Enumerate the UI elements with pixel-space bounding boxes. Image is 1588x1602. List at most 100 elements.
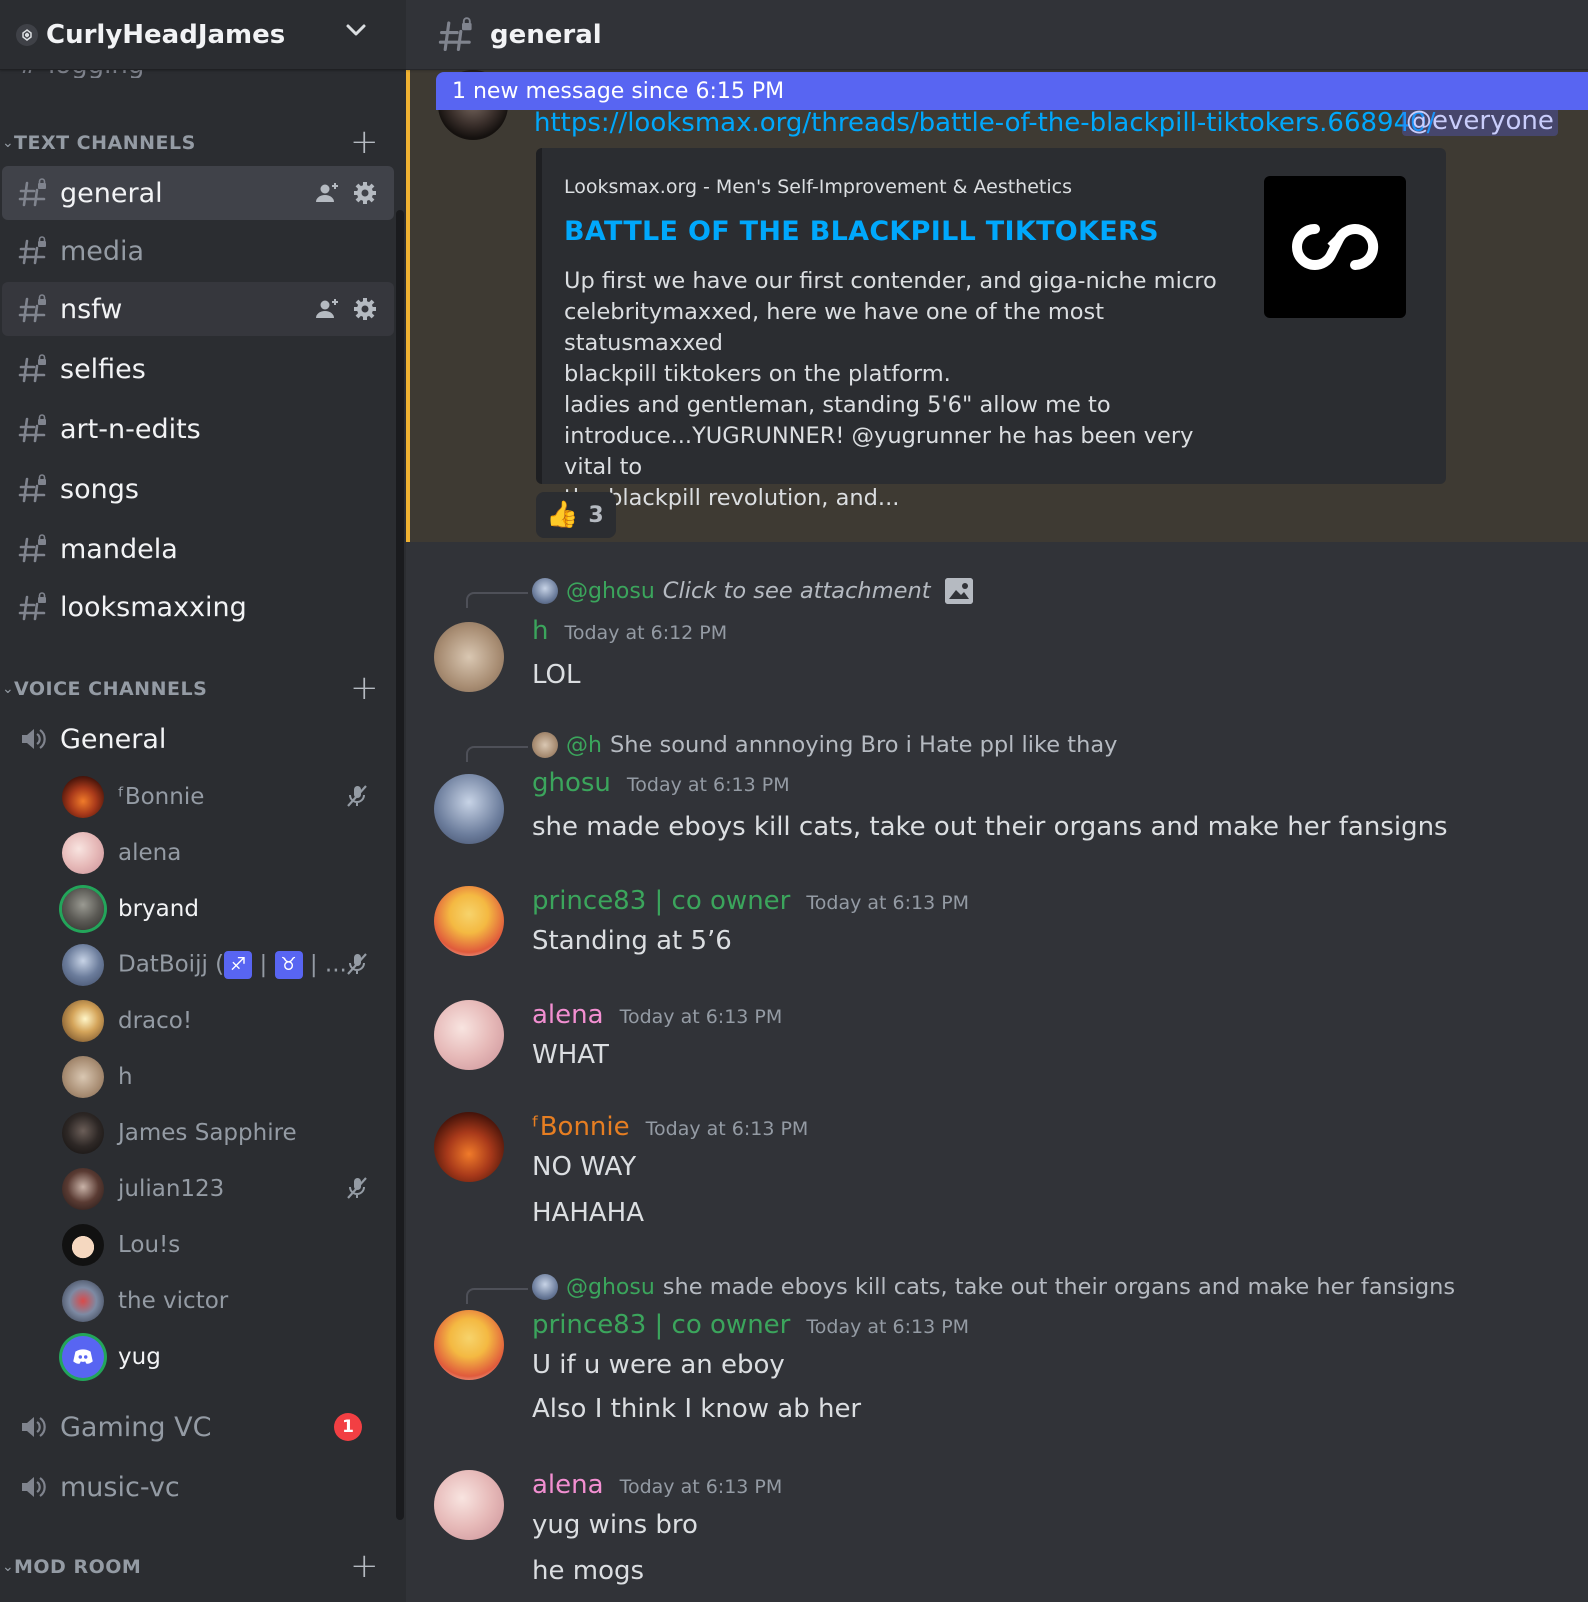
voice-user-the-victor[interactable]: the victor <box>62 1278 382 1324</box>
reply-preview[interactable]: @ghosu Click to see attachment <box>532 578 973 604</box>
embed-provider[interactable]: Looksmax.org - Men's Self-Improvement & … <box>564 176 1072 198</box>
author-name[interactable]: ghosu <box>532 768 611 798</box>
author-name[interactable]: ᶠBonnie <box>532 1112 630 1142</box>
voice-user-h[interactable]: h <box>62 1054 382 1100</box>
reaction-thumbs-up[interactable]: 👍 3 <box>536 492 616 538</box>
voice-user-datboijj[interactable]: DatBoijj (♐ | ♉ | ... <box>62 942 382 988</box>
channel-name: songs <box>60 473 139 505</box>
avatar[interactable] <box>434 886 504 956</box>
gear-icon[interactable] <box>352 180 378 206</box>
avatar[interactable] <box>434 622 504 692</box>
message-link[interactable]: https://looksmax.org/threads/battle-of-t… <box>534 108 1435 138</box>
chevron-down-icon: ⌄ <box>2 681 14 697</box>
voice-user-julian123[interactable]: julian123 <box>62 1166 382 1212</box>
voice-channel-general[interactable]: General <box>2 712 394 766</box>
hashtag-lock-icon <box>18 592 46 621</box>
gear-icon[interactable] <box>352 296 378 322</box>
voice-user-draco[interactable]: draco! <box>62 998 382 1044</box>
mic-muted-icon <box>347 1177 367 1199</box>
chevron-down-icon[interactable] <box>344 18 368 42</box>
avatar <box>62 1224 104 1266</box>
channel-name: media <box>60 235 145 267</box>
voice-user-bryand[interactable]: bryand <box>62 886 382 932</box>
chat-area: general 1 new message since 6:15 PM http… <box>406 0 1588 1602</box>
embed-description-line: introduce...YUGRUNNER! @yugrunner he has… <box>564 423 1194 480</box>
plus-icon[interactable]: + <box>350 125 379 159</box>
avatar <box>62 1336 104 1378</box>
avatar <box>62 888 104 930</box>
reply-preview[interactable]: @h She sound annnoying Bro i Hate ppl li… <box>532 732 1117 758</box>
channel-name: general <box>60 177 163 209</box>
channel-mandela[interactable]: mandela <box>2 522 394 576</box>
voice-user-louis[interactable]: Lou!s <box>62 1222 382 1268</box>
author-name[interactable]: prince83 | co owner <box>532 886 790 916</box>
author-name[interactable]: alena <box>532 1000 604 1030</box>
reply-preview[interactable]: @ghosu she made eboys kill cats, take ou… <box>532 1274 1455 1300</box>
reply-author[interactable]: @ghosu <box>566 1275 655 1300</box>
author-name[interactable]: prince83 | co owner <box>532 1310 790 1340</box>
channel-sidebar: #logging CurlyHeadJames ⌄ TEXT CHANNELS … <box>0 0 406 1602</box>
timestamp: Today at 6:13 PM <box>806 892 970 914</box>
reply-author[interactable]: @ghosu <box>566 579 655 604</box>
category-voice-channels[interactable]: ⌄ VOICE CHANNELS + <box>0 671 396 705</box>
embed-description: Up first we have our first contender, an… <box>564 266 1244 514</box>
hashtag-lock-icon <box>18 294 46 323</box>
plus-icon[interactable]: + <box>350 671 379 705</box>
voice-user-james-sapphire[interactable]: James Sapphire <box>62 1110 382 1156</box>
voice-user-alena[interactable]: alena <box>62 830 382 876</box>
voice-user-name: alena <box>118 840 182 866</box>
category-mod-room[interactable]: ⌄ MOD ROOM + <box>0 1549 396 1583</box>
channel-nsfw[interactable]: nsfw <box>2 282 394 336</box>
image-icon <box>944 578 973 604</box>
reply-author[interactable]: @h <box>566 733 602 758</box>
channel-general[interactable]: general <box>2 166 394 220</box>
avatar <box>62 832 104 874</box>
mention-badge: 1 <box>334 1413 362 1441</box>
message-text: Standing at 5’6 <box>532 926 732 956</box>
message-text: HAHAHA <box>532 1198 645 1228</box>
embed-thumbnail[interactable] <box>1264 176 1406 318</box>
voice-channel-music-vc[interactable]: music-vc <box>2 1460 394 1514</box>
channel-looksmaxxing[interactable]: looksmaxxing <box>2 580 394 634</box>
message-text: U if u were an eboy <box>532 1350 785 1380</box>
plus-icon[interactable]: + <box>350 1549 379 1583</box>
avatar <box>62 1280 104 1322</box>
avatar <box>532 578 558 604</box>
hashtag-lock-icon <box>18 534 46 563</box>
voice-channel-gaming-vc[interactable]: Gaming VC 1 <box>2 1400 394 1454</box>
channel-title: general <box>490 19 602 50</box>
server-header[interactable]: CurlyHeadJames <box>0 0 406 70</box>
avatar <box>62 776 104 818</box>
avatar[interactable] <box>434 774 504 844</box>
sidebar-scrollbar[interactable] <box>396 210 404 1520</box>
voice-user-name: DatBoijj (♐ | ♉ | ... <box>118 951 347 979</box>
message-header: prince83 | co owner Today at 6:13 PM <box>532 886 969 916</box>
message-header: ᶠBonnie Today at 6:13 PM <box>532 1112 808 1142</box>
embed-title[interactable]: BATTLE OF THE BLACKPILL TIKTOKERS <box>564 216 1159 247</box>
message-header: h Today at 6:12 PM <box>532 616 727 646</box>
voice-user-yug[interactable]: yug <box>62 1334 382 1380</box>
channel-media[interactable]: media <box>2 224 394 278</box>
avatar[interactable] <box>434 1000 504 1070</box>
avatar[interactable] <box>434 1112 504 1182</box>
avatar[interactable] <box>434 1470 504 1540</box>
everyone-mention[interactable]: @everyone <box>1402 106 1558 136</box>
channel-name: looksmaxxing <box>60 591 247 623</box>
avatar[interactable] <box>434 1310 504 1380</box>
channel-selfies[interactable]: selfies <box>2 342 394 396</box>
embed-description-line: Up first we have our first contender, an… <box>564 268 1217 294</box>
timestamp: Today at 6:12 PM <box>564 622 728 644</box>
channel-songs[interactable]: songs <box>2 462 394 516</box>
channel-art-n-edits[interactable]: art-n-edits <box>2 402 394 456</box>
voice-user-name: draco! <box>118 1008 193 1034</box>
voice-user-bonnie[interactable]: ᶠBonnie <box>62 774 382 820</box>
channel-header: general <box>406 0 1588 70</box>
author-name[interactable]: h <box>532 616 548 646</box>
reaction-count: 3 <box>588 502 604 528</box>
author-name[interactable]: alena <box>532 1470 604 1500</box>
add-user-icon[interactable] <box>314 296 340 322</box>
new-messages-bar[interactable]: 1 new message since 6:15 PM <box>436 72 1588 110</box>
category-text-channels[interactable]: ⌄ TEXT CHANNELS + <box>0 125 396 159</box>
channel-name: music-vc <box>60 1471 180 1503</box>
add-user-icon[interactable] <box>314 180 340 206</box>
